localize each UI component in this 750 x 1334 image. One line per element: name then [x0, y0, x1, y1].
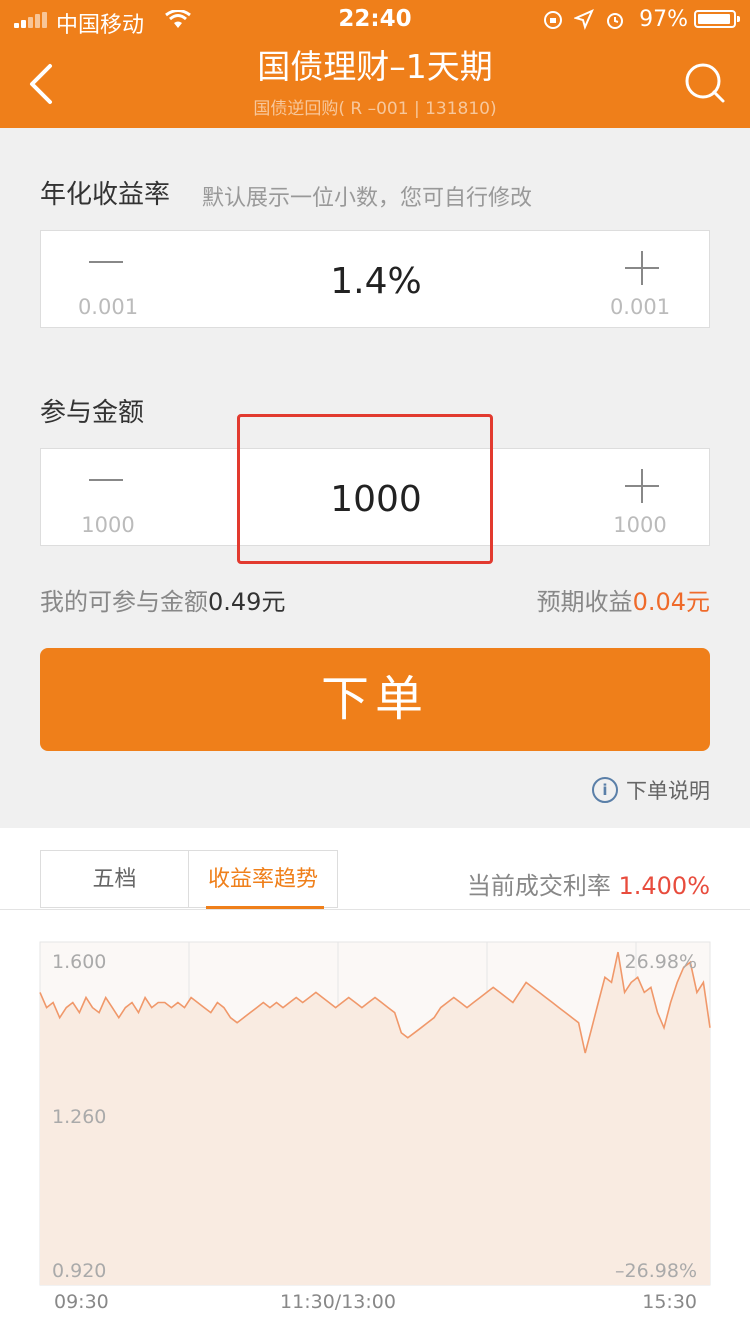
alarm-icon	[607, 13, 623, 29]
order-explain-link[interactable]: i 下单说明	[592, 775, 710, 805]
x-tick-end: 15:30	[642, 1291, 697, 1313]
yield-trend-chart: 1.600 1.260 0.920 26.98% –26.98% 09:30 1…	[39, 941, 711, 1313]
amount-step-plus: 1000	[613, 513, 667, 537]
expected-label: 预期收益	[536, 588, 633, 616]
market-panel: 五档 收益率趋势 当前成交利率 1.400% 1.600 1.260 0.920…	[0, 828, 750, 1334]
y2-tick-bottom: –26.98%	[615, 1260, 697, 1282]
available-value: 0.49元	[208, 588, 286, 616]
info-icon: i	[592, 777, 618, 803]
y-tick-top: 1.600	[52, 951, 106, 973]
orientation-lock-icon	[544, 11, 562, 29]
x-tick-mid: 11:30/13:00	[280, 1291, 396, 1313]
y-tick-mid: 1.260	[52, 1106, 106, 1128]
expected-value: 0.04元	[632, 588, 710, 616]
status-bar: 中国移动 22:40 97%	[0, 0, 750, 40]
page-title: 国债理财–1天期	[257, 47, 493, 86]
rate-step-plus: 0.001	[609, 295, 671, 319]
highlight-box	[237, 414, 493, 564]
expected-income: 预期收益0.04元	[537, 582, 710, 617]
available-amount: 我的可参与金额0.49元	[40, 582, 285, 617]
amount-label: 参与金额	[40, 398, 145, 428]
y2-tick-top: 26.98%	[625, 951, 697, 973]
rate-hint: 默认展示一位小数，您可自行修改	[202, 186, 533, 211]
location-icon	[574, 9, 594, 30]
rate-stepper: 0.001 1.4% 0.001	[40, 230, 710, 328]
search-icon[interactable]	[684, 62, 726, 104]
app-header: 中国移动 22:40 97% 国债理财–1天期 国债逆回购( R –001 |	[0, 0, 750, 128]
status-icons	[542, 9, 626, 31]
available-label: 我的可参与金额	[40, 588, 208, 616]
battery-icon	[694, 10, 740, 28]
y-tick-bottom: 0.920	[52, 1260, 106, 1282]
clock: 22:40	[338, 6, 412, 32]
rate-label: 年化收益率	[40, 180, 171, 210]
order-explain-label: 下单说明	[626, 779, 710, 803]
battery-percent: 97%	[639, 7, 688, 32]
x-tick-start: 09:30	[54, 1291, 109, 1313]
page-subtitle: 国债逆回购( R –001 | 131810)	[253, 99, 497, 119]
place-order-button[interactable]: 下单	[40, 648, 710, 751]
